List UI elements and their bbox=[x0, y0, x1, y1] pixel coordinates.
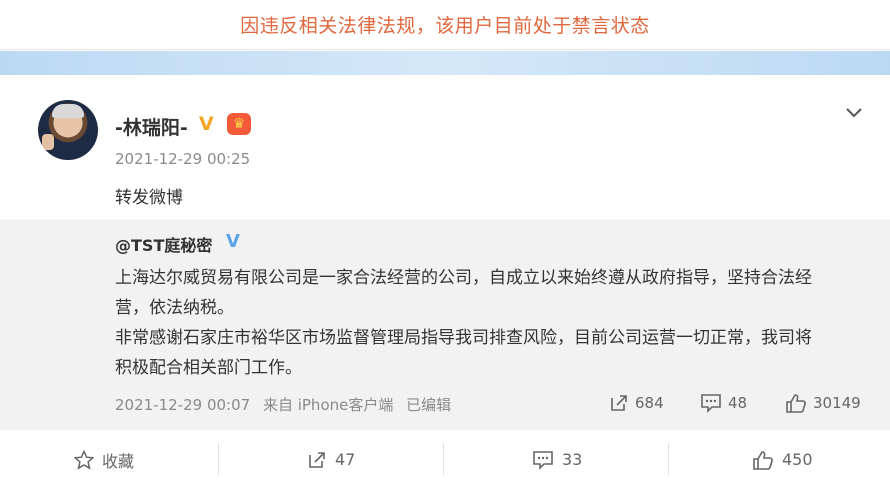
thumb-up-icon bbox=[786, 394, 806, 413]
original-body: 上海达尔威贸易有限公司是一家合法经营的公司，自成立以来始终遵从政府指导，坚持合法… bbox=[115, 263, 865, 383]
star-icon bbox=[74, 449, 94, 470]
like-button[interactable]: 450 bbox=[752, 432, 813, 487]
original-like-count: 30149 bbox=[813, 394, 861, 412]
verified-v-icon: V bbox=[199, 113, 214, 135]
original-comment-button[interactable]: 48 bbox=[700, 393, 747, 413]
repost-button[interactable]: 47 bbox=[307, 432, 355, 487]
divider bbox=[668, 443, 669, 475]
divider bbox=[443, 443, 444, 475]
divider bbox=[218, 443, 219, 475]
ban-notice-text: 因违反相关法律法规，该用户目前处于禁言状态 bbox=[240, 15, 650, 37]
original-source: 来自 iPhone客户端 bbox=[262, 396, 394, 414]
share-icon bbox=[309, 451, 325, 468]
post-username[interactable]: -林瑞阳- bbox=[115, 113, 188, 140]
ban-notice-banner: 因违反相关法律法规，该用户目前处于禁言状态 bbox=[0, 0, 890, 50]
repost-count: 47 bbox=[335, 450, 356, 469]
original-comment-count: 48 bbox=[728, 394, 748, 412]
comment-icon bbox=[701, 394, 721, 413]
verified-blue-v-icon: V bbox=[226, 231, 240, 252]
comment-button[interactable]: 33 bbox=[532, 432, 582, 487]
original-body-line: 上海达尔威贸易有限公司是一家合法经营的公司，自成立以来始终遵从政府指导，坚持合法… bbox=[115, 268, 812, 288]
original-username[interactable]: @TST庭秘密 bbox=[115, 232, 212, 256]
original-body-line: 非常感谢石家庄市裕华区市场监督管理局指导我司排查风险，目前公司运营一切正常，我司… bbox=[115, 328, 812, 348]
original-timestamp[interactable]: 2021-12-29 00:07 bbox=[115, 396, 250, 414]
original-meta: 2021-12-29 00:07 来自 iPhone客户端 已编辑 bbox=[115, 394, 459, 415]
comment-icon bbox=[533, 450, 553, 470]
share-icon bbox=[611, 395, 627, 411]
original-body-line: 营，依法纳税。 bbox=[115, 298, 234, 318]
post-text: 转发微博 bbox=[115, 188, 183, 208]
header-strip bbox=[0, 51, 890, 75]
original-like-button[interactable]: 30149 bbox=[785, 393, 861, 413]
original-body-line: 积极配合相关部门工作。 bbox=[115, 358, 302, 378]
comment-count: 33 bbox=[562, 450, 583, 469]
avatar[interactable] bbox=[38, 100, 98, 160]
original-repost-button[interactable]: 684 bbox=[609, 393, 664, 413]
chevron-down-icon[interactable] bbox=[843, 101, 865, 123]
edited-label[interactable]: 已编辑 bbox=[406, 396, 451, 414]
post-timestamp[interactable]: 2021-12-29 00:25 bbox=[115, 150, 250, 168]
thumb-up-icon bbox=[753, 450, 773, 470]
like-count: 450 bbox=[782, 450, 813, 469]
favorite-button[interactable]: 收藏 bbox=[74, 432, 134, 487]
original-repost-count: 684 bbox=[635, 394, 664, 412]
favorite-label: 收藏 bbox=[102, 451, 135, 471]
vip-crown-icon: ♛ bbox=[227, 113, 251, 135]
